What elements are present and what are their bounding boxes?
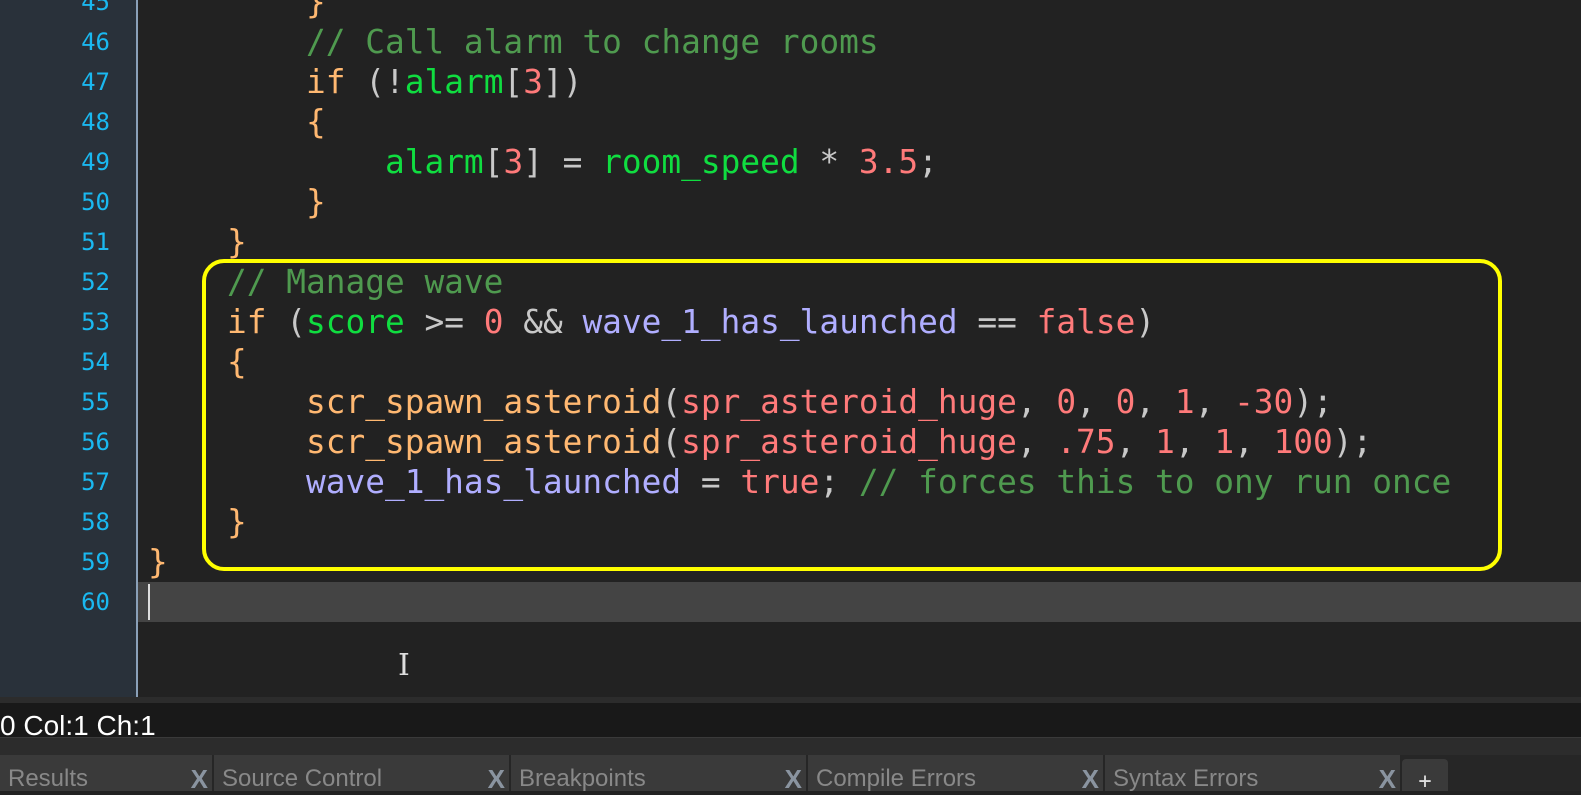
line-number: 51 <box>81 228 110 256</box>
tab-results[interactable]: Results X <box>0 755 212 794</box>
line-number: 53 <box>81 308 110 336</box>
status-bar: 0 Col:1 Ch:1 <box>0 703 1581 737</box>
code-token: // Call alarm to change rooms <box>305 23 879 61</box>
tab-compile-errors[interactable]: Compile Errors X <box>808 755 1103 794</box>
code-token: * <box>799 143 859 181</box>
code-token: } <box>305 0 326 21</box>
text-caret <box>148 584 150 620</box>
tab-label: Source Control <box>222 765 383 792</box>
line-number: 55 <box>81 388 110 416</box>
line-number: 49 <box>81 148 110 176</box>
close-icon[interactable]: X <box>1379 764 1396 795</box>
tab-source-control[interactable]: Source Control X <box>214 755 509 794</box>
output-tabs: Results X Source Control X Breakpoints X Compi… <box>0 755 1581 794</box>
divider <box>0 737 1581 756</box>
code-token: [ <box>503 63 524 101</box>
tab-breakpoints[interactable]: Breakpoints X <box>511 755 806 794</box>
tab-label: Breakpoints <box>519 765 646 792</box>
tab-label: Compile Errors <box>816 765 977 792</box>
code-line[interactable]: } <box>148 222 247 262</box>
code-token: if <box>305 63 346 101</box>
line-number: 46 <box>81 28 110 56</box>
code-token: { <box>305 103 326 141</box>
line-number: 45 <box>81 0 110 16</box>
tab-label: Results <box>8 765 89 792</box>
line-number-gutter: 45 46 47 48 49 50 51 52 53 54 55 56 57 58 59 60 <box>0 0 138 697</box>
add-tab-button[interactable]: + <box>1402 759 1448 794</box>
code-token: [ <box>483 143 504 181</box>
code-line[interactable]: alarm[3] = room_speed * 3.5; <box>148 142 938 182</box>
line-number: 50 <box>81 188 110 216</box>
code-token: 3 <box>523 63 543 101</box>
code-token: ]) <box>542 63 583 101</box>
code-line[interactable]: if (!alarm[3]) <box>148 62 582 102</box>
line-number: 59 <box>81 548 110 576</box>
cursor-position: 0 Col:1 Ch:1 <box>0 710 156 737</box>
tab-syntax-errors[interactable]: Syntax Errors X <box>1105 755 1400 794</box>
close-icon[interactable]: X <box>1082 764 1099 795</box>
code-line[interactable]: { <box>148 102 326 142</box>
line-number: 48 <box>81 108 110 136</box>
line-number: 57 <box>81 468 110 496</box>
code-token: (! <box>345 63 405 101</box>
code-token: 3.5 <box>858 143 919 181</box>
highlight-box <box>202 259 1502 571</box>
line-number: 52 <box>81 268 110 296</box>
line-number: 56 <box>81 428 110 456</box>
code-line[interactable]: } <box>148 182 326 222</box>
current-line-highlight <box>138 582 1581 622</box>
close-icon[interactable]: X <box>191 764 208 795</box>
code-token: } <box>148 543 168 581</box>
tab-label: Syntax Errors <box>1113 765 1259 792</box>
code-line[interactable]: } <box>148 0 326 22</box>
close-icon[interactable]: X <box>785 764 802 795</box>
code-token: ] = <box>523 143 603 181</box>
close-icon[interactable]: X <box>488 764 505 795</box>
line-number: 58 <box>81 508 110 536</box>
code-line[interactable]: // Call alarm to change rooms <box>148 22 879 62</box>
code-token: 3 <box>503 143 524 181</box>
code-token: alarm <box>404 63 504 101</box>
code-token: ; <box>918 143 938 181</box>
code-token: alarm <box>384 143 484 181</box>
code-line[interactable]: } <box>148 542 168 582</box>
line-number: 47 <box>81 68 110 96</box>
text-cursor-icon: I <box>398 648 410 683</box>
code-token: } <box>226 223 247 261</box>
code-token: } <box>305 183 326 221</box>
line-number: 60 <box>81 588 110 616</box>
code-token: room_speed <box>602 143 800 181</box>
line-number: 54 <box>81 348 110 376</box>
